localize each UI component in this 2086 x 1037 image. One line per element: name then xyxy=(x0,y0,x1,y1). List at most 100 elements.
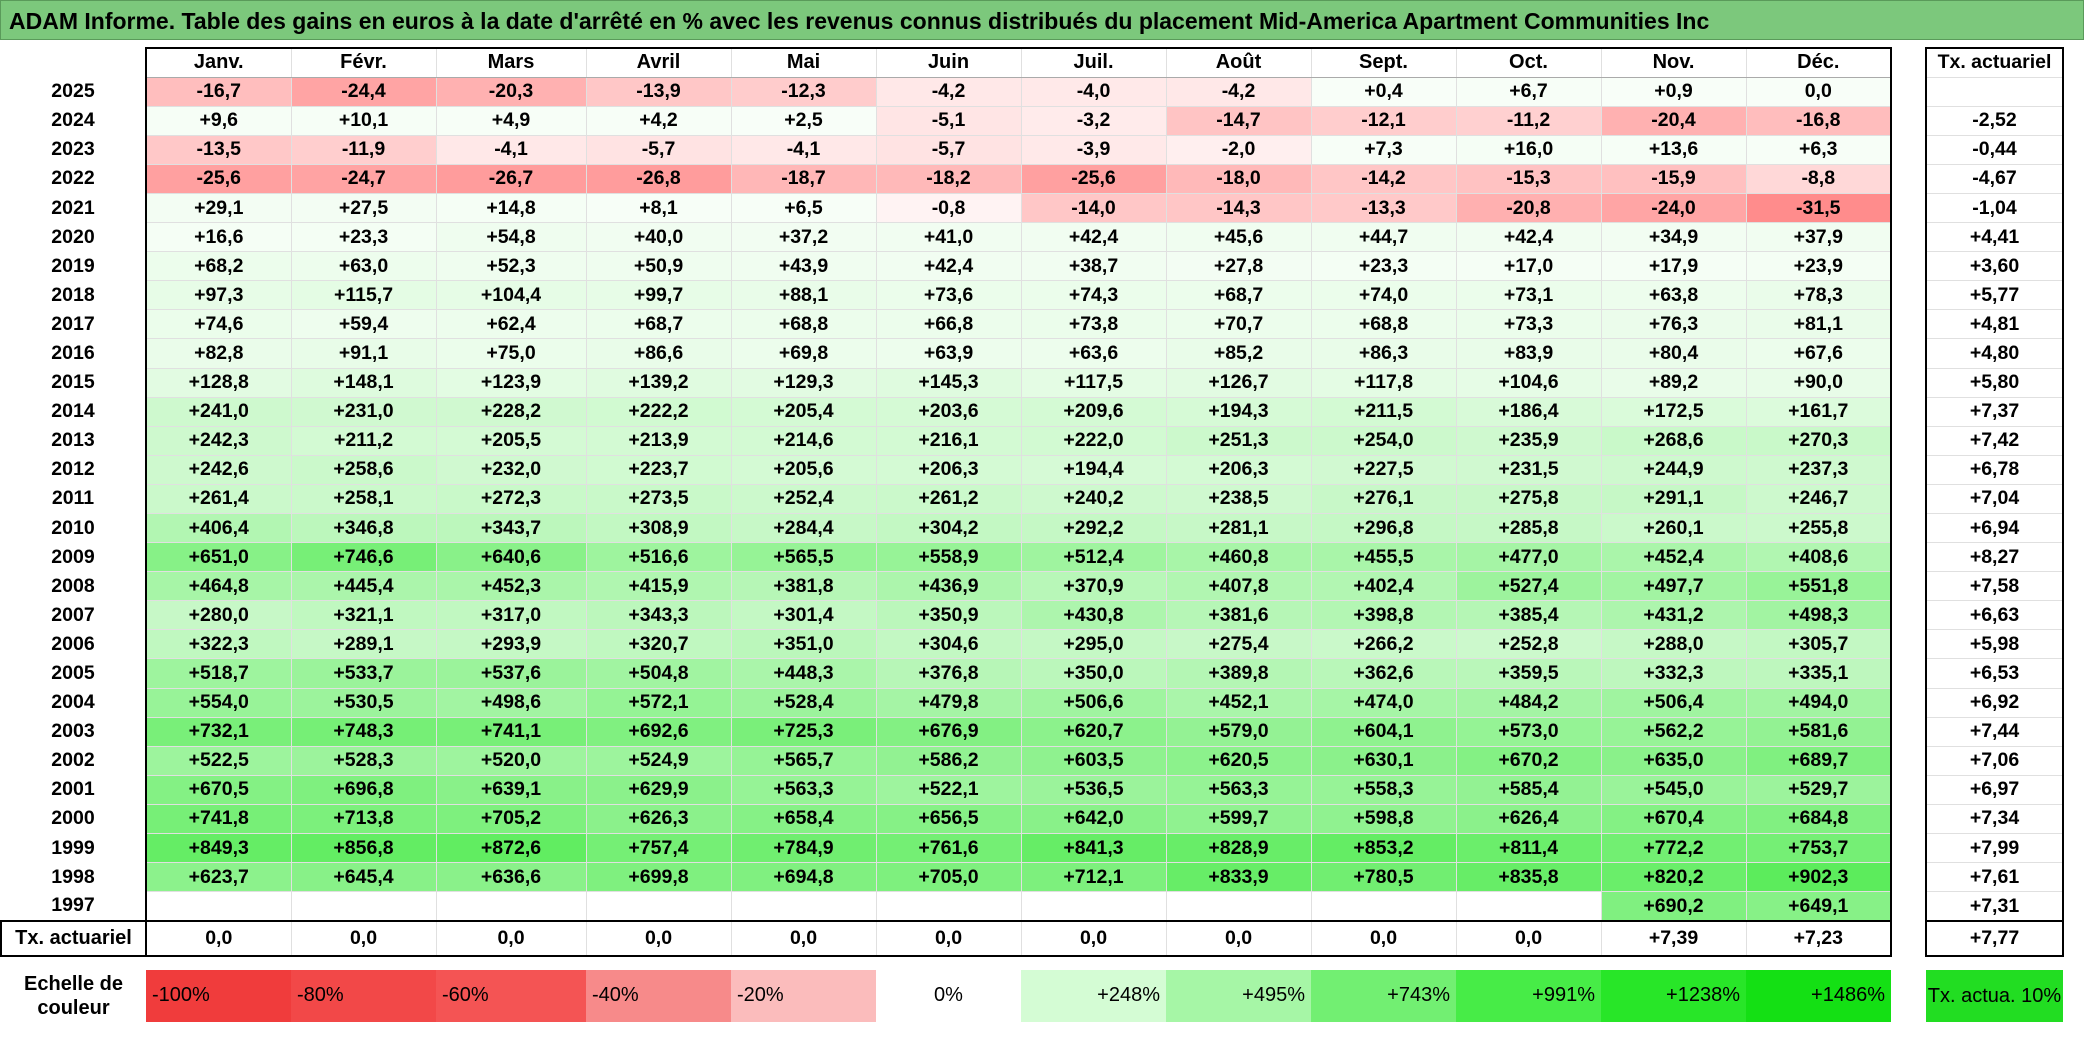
table-row: 2022 -25,6 -24,7 -26,7 -26,8 -18,7 -18,2 -25,6-… xyxy=(1,163,2064,194)
gain-cell: +74,6 xyxy=(145,309,292,340)
table-row: 2015 +128,8 +148,1 +123,9 +139,2 +129,3 +145,3… xyxy=(1,367,2064,398)
gain-cell: +533,7 xyxy=(290,658,437,689)
gain-cell: +581,6 xyxy=(1745,716,1892,747)
total-cell: 0,0 xyxy=(1455,919,1602,957)
actuarial-rate-cell: +8,27 xyxy=(1925,542,2064,573)
gain-cell: +258,1 xyxy=(290,483,437,515)
gain-cell: +676,9 xyxy=(875,716,1022,747)
column-gap xyxy=(1891,48,1926,78)
gain-cell: -18,0 xyxy=(1165,163,1312,194)
gain-cell xyxy=(730,891,877,922)
total-cell: +7,39 xyxy=(1600,919,1747,957)
gain-cell: +288,0 xyxy=(1600,629,1747,660)
gain-cell: -15,9 xyxy=(1600,163,1747,194)
gain-cell: +231,5 xyxy=(1455,454,1602,485)
month-header: Sept. xyxy=(1310,46,1457,78)
gain-cell: +498,3 xyxy=(1745,600,1892,631)
gain-cell: +536,5 xyxy=(1020,774,1167,805)
table-row: 2000 +741,8 +713,8 +705,2 +626,3 +658,4 +656,5… xyxy=(1,803,2064,835)
gain-cell: +73,6 xyxy=(875,280,1022,311)
gain-cell: +484,2 xyxy=(1455,687,1602,718)
gain-cell: +530,5 xyxy=(290,687,437,718)
corner-cell xyxy=(1,48,146,78)
gain-cell: +389,8 xyxy=(1165,658,1312,689)
gain-cell: +266,2 xyxy=(1310,629,1457,660)
gain-cell: +705,2 xyxy=(435,803,587,835)
column-gap xyxy=(1891,969,1926,1022)
year-label: 2017 xyxy=(1,309,146,339)
month-header: Nov. xyxy=(1600,46,1747,78)
gain-cell: +13,6 xyxy=(1600,134,1747,165)
year-label: 2023 xyxy=(1,135,146,165)
gain-cell: +761,6 xyxy=(875,833,1022,864)
gain-cell: +626,3 xyxy=(585,803,732,835)
gain-cell: +460,8 xyxy=(1165,542,1312,573)
total-cell: 0,0 xyxy=(290,919,437,957)
actuarial-rate-cell: +7,06 xyxy=(1925,745,2064,776)
gain-cell: +268,6 xyxy=(1600,425,1747,456)
gain-cell: +305,7 xyxy=(1745,629,1892,660)
gain-cell: +381,8 xyxy=(730,571,877,602)
year-label: 2008 xyxy=(1,571,146,601)
gain-cell: +128,8 xyxy=(145,367,292,398)
gain-cell xyxy=(585,891,732,922)
gain-cell: +270,3 xyxy=(1745,425,1892,456)
gain-cell: +528,3 xyxy=(290,745,437,776)
column-gap xyxy=(1891,164,1926,194)
gain-cell: +599,7 xyxy=(1165,803,1312,835)
gain-cell: -18,7 xyxy=(730,163,877,194)
gain-cell: +43,9 xyxy=(730,251,877,282)
gain-cell: +276,1 xyxy=(1310,483,1457,515)
gain-cell: -20,4 xyxy=(1600,105,1747,136)
legend-step: -60% xyxy=(436,969,586,1022)
gain-cell: +254,0 xyxy=(1310,425,1457,456)
year-label: 2007 xyxy=(1,600,146,630)
column-gap xyxy=(1891,280,1926,310)
gain-cell: +350,9 xyxy=(875,600,1022,631)
gain-cell: +63,0 xyxy=(290,251,437,282)
gain-cell: +115,7 xyxy=(290,280,437,311)
gain-cell: +68,8 xyxy=(1310,309,1457,340)
table-row: 2020 +16,6 +23,3 +54,8 +40,0 +37,2 +41,0 +42,4 +… xyxy=(1,222,2064,253)
actuarial-rate-cell: -4,67 xyxy=(1925,163,2064,194)
gain-cell: +194,4 xyxy=(1020,454,1167,485)
gain-cell: +635,0 xyxy=(1600,745,1747,776)
gain-cell: +73,3 xyxy=(1455,309,1602,340)
gain-cell: +145,3 xyxy=(875,367,1022,398)
gain-cell: +705,0 xyxy=(875,862,1022,893)
legend-step: +991% xyxy=(1456,969,1601,1022)
gain-cell: +9,6 xyxy=(145,105,292,136)
gain-cell: +522,5 xyxy=(145,745,292,776)
gain-cell: +512,4 xyxy=(1020,542,1167,573)
gain-cell: -18,2 xyxy=(875,163,1022,194)
gain-cell: +494,0 xyxy=(1745,687,1892,718)
gain-cell: +725,3 xyxy=(730,716,877,747)
gain-cell: +304,6 xyxy=(875,629,1022,660)
actuarial-rate-cell: +7,44 xyxy=(1925,716,2064,747)
gain-cell: +123,9 xyxy=(435,367,587,398)
gain-cell: +38,7 xyxy=(1020,251,1167,282)
gain-cell: +835,8 xyxy=(1455,862,1602,893)
actuarial-rate-cell: +7,37 xyxy=(1925,396,2064,427)
gain-cell: +231,0 xyxy=(290,396,437,427)
year-label: 2002 xyxy=(1,746,146,776)
gain-cell: +853,2 xyxy=(1310,833,1457,864)
gain-cell: +849,3 xyxy=(145,833,292,864)
gain-cell: +753,7 xyxy=(1745,833,1892,864)
table-row: 2024 +9,6 +10,1 +4,9 +4,2 +2,5 -5,1 -3,2 -14,7 -1… xyxy=(1,105,2064,136)
gain-cell: +452,3 xyxy=(435,571,587,602)
gain-cell: +6,3 xyxy=(1745,134,1892,165)
gain-cell: +104,6 xyxy=(1455,367,1602,398)
gain-cell: +0,4 xyxy=(1310,76,1457,107)
column-gap xyxy=(1891,688,1926,718)
gain-cell: +642,0 xyxy=(1020,803,1167,835)
total-cell: 0,0 xyxy=(1310,919,1457,957)
table-row: 2003 +732,1 +748,3 +741,1 +692,6 +725,3 +676,9… xyxy=(1,716,2064,747)
gain-cell: +50,9 xyxy=(585,251,732,282)
gain-cell: +713,8 xyxy=(290,803,437,835)
gain-cell: -14,0 xyxy=(1020,192,1167,224)
gain-cell: +251,3 xyxy=(1165,425,1312,456)
table-row: 2005 +518,7 +533,7 +537,6 +504,8 +448,3 +376,8… xyxy=(1,658,2064,689)
gain-cell: +238,5 xyxy=(1165,483,1312,515)
gain-cell: +194,3 xyxy=(1165,396,1312,427)
